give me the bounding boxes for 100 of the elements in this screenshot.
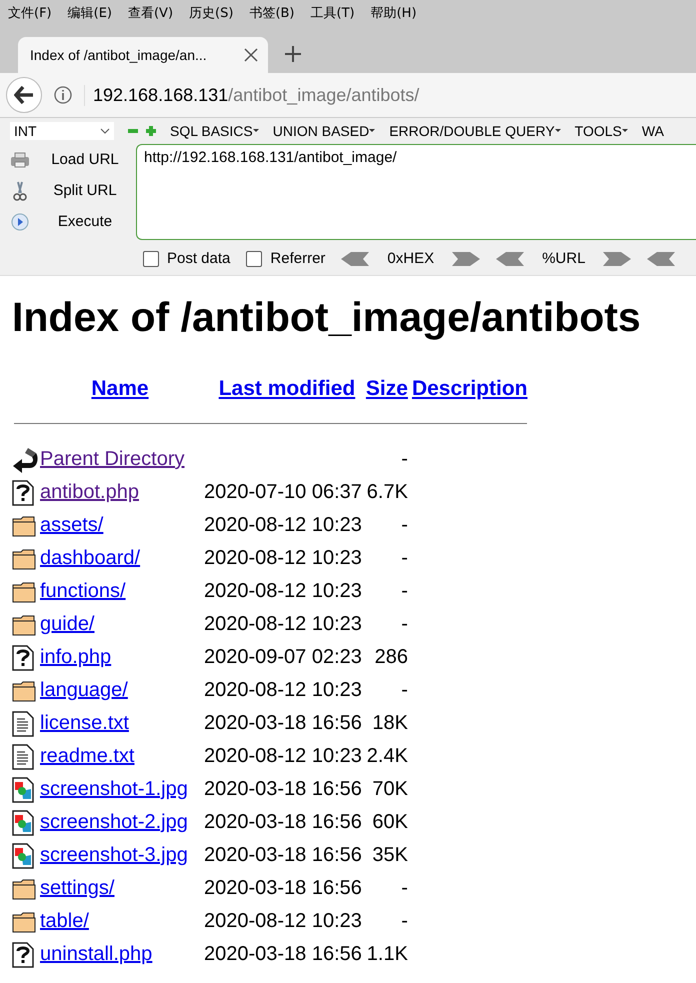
left-arrow-icon[interactable] bbox=[496, 252, 524, 266]
modified-date: 2020-08-12 10:23 bbox=[204, 745, 362, 767]
modified-date: 2020-08-12 10:23 bbox=[204, 679, 362, 701]
checkbox[interactable] bbox=[246, 250, 262, 266]
hackbar-menu[interactable]: TOOLS bbox=[574, 123, 628, 139]
folder-icon bbox=[12, 548, 36, 570]
folder-icon bbox=[12, 680, 36, 702]
file-size: - bbox=[401, 613, 408, 635]
modified-date: 2020-09-07 02:23 bbox=[204, 646, 362, 668]
new-tab-icon[interactable] bbox=[284, 45, 302, 63]
menu-item[interactable]: 工具(T) bbox=[310, 4, 355, 22]
column-header-link[interactable]: Description bbox=[412, 377, 528, 400]
folder-icon bbox=[12, 614, 36, 636]
back-button[interactable] bbox=[6, 77, 42, 113]
file-link[interactable]: Parent Directory bbox=[40, 448, 184, 470]
page-heading: Index of /antibot_image/antibots bbox=[12, 294, 642, 341]
column-header-link[interactable]: Name bbox=[91, 377, 149, 400]
file-link[interactable]: screenshot-2.jpg bbox=[40, 811, 188, 833]
menu-item[interactable]: 文件(F) bbox=[8, 4, 52, 22]
column-header-link[interactable]: Size bbox=[366, 377, 408, 400]
checkbox-label: Post data bbox=[167, 250, 230, 267]
modified-date: 2020-08-12 10:23 bbox=[204, 547, 362, 569]
modified-date: 2020-08-12 10:23 bbox=[204, 514, 362, 536]
modified-date: 2020-03-18 16:56 bbox=[204, 877, 362, 899]
file-size: 2.4K bbox=[366, 745, 408, 767]
image-file-icon bbox=[12, 842, 34, 868]
encoder-label: 0xHEX bbox=[387, 250, 434, 267]
type-dropdown[interactable]: INT bbox=[10, 122, 114, 140]
checkbox-label: Referrer bbox=[270, 250, 326, 267]
back-arrow-icon bbox=[14, 86, 34, 104]
menu-item[interactable]: 帮助(H) bbox=[370, 4, 417, 22]
folder-icon bbox=[12, 580, 36, 602]
url-textarea[interactable]: http://192.168.168.131/antibot_image/ bbox=[136, 144, 696, 240]
file-size: - bbox=[401, 547, 408, 569]
file-size: - bbox=[401, 514, 408, 536]
checkbox[interactable] bbox=[143, 250, 159, 266]
file-link[interactable]: uninstall.php bbox=[40, 943, 152, 965]
file-link[interactable]: settings/ bbox=[40, 877, 114, 899]
hackbar-menu[interactable]: WA bbox=[642, 123, 664, 139]
close-icon[interactable] bbox=[244, 48, 258, 62]
hackbar-menu[interactable]: SQL BASICS bbox=[170, 123, 259, 139]
modified-date: 2020-03-18 16:56 bbox=[204, 943, 362, 965]
file-link[interactable]: dashboard/ bbox=[40, 547, 140, 569]
modified-date: 2020-08-12 10:23 bbox=[204, 580, 362, 602]
file-link[interactable]: assets/ bbox=[40, 514, 104, 536]
file-size: - bbox=[401, 877, 408, 899]
file-link[interactable]: license.txt bbox=[40, 712, 129, 734]
folder-icon bbox=[12, 878, 36, 900]
minus-icon[interactable] bbox=[128, 126, 138, 136]
back-arrow-icon bbox=[12, 446, 38, 472]
image-file-icon bbox=[12, 776, 34, 802]
file-size: - bbox=[401, 910, 408, 932]
file-link[interactable]: screenshot-1.jpg bbox=[40, 778, 188, 800]
modified-date: 2020-08-12 10:23 bbox=[204, 613, 362, 635]
right-arrow-icon[interactable] bbox=[452, 252, 480, 266]
left-arrow-icon[interactable] bbox=[341, 252, 370, 266]
menu-item[interactable]: 编辑(E) bbox=[68, 4, 112, 22]
file-link[interactable]: language/ bbox=[40, 679, 128, 701]
folder-icon bbox=[12, 514, 36, 536]
file-size: - bbox=[401, 679, 408, 701]
column-header-link[interactable]: Last modified bbox=[218, 377, 356, 400]
file-link[interactable]: table/ bbox=[40, 910, 89, 932]
image-file-icon bbox=[12, 810, 34, 836]
file-size: - bbox=[401, 580, 408, 602]
printer-icon bbox=[10, 152, 30, 168]
text-file-icon bbox=[12, 710, 34, 736]
hackbar-action-button[interactable]: Load URL bbox=[30, 151, 130, 168]
file-link[interactable]: functions/ bbox=[40, 580, 126, 602]
modified-date: 2020-08-12 10:23 bbox=[204, 910, 362, 932]
file-size: 286 bbox=[374, 646, 408, 668]
unknown-file-icon bbox=[12, 644, 34, 670]
hackbar-action-button[interactable]: Split URL bbox=[30, 182, 130, 199]
file-link[interactable]: screenshot-3.jpg bbox=[40, 844, 188, 866]
play-icon bbox=[10, 212, 30, 232]
file-size: 1.1K bbox=[366, 943, 408, 965]
modified-date: 2020-03-18 16:56 bbox=[204, 811, 362, 833]
file-size: 18K bbox=[372, 712, 408, 734]
file-link[interactable]: info.php bbox=[40, 646, 112, 668]
hackbar-menu[interactable]: UNION BASED bbox=[272, 123, 376, 139]
menu-item[interactable]: 查看(V) bbox=[128, 4, 174, 22]
hackbar-action-button[interactable]: Execute bbox=[30, 213, 130, 230]
file-size: 60K bbox=[372, 811, 408, 833]
hackbar-menu[interactable]: ERROR/DOUBLE QUERY bbox=[389, 123, 561, 139]
file-size: 35K bbox=[372, 844, 408, 866]
modified-date: 2020-07-10 06:37 bbox=[204, 481, 362, 503]
info-icon[interactable] bbox=[54, 86, 72, 104]
menu-item[interactable]: 书签(B) bbox=[249, 4, 294, 22]
file-link[interactable]: guide/ bbox=[40, 613, 94, 635]
folder-icon bbox=[12, 910, 36, 932]
modified-date: 2020-03-18 16:56 bbox=[204, 844, 362, 866]
file-size: 6.7K bbox=[366, 481, 408, 503]
file-link[interactable]: readme.txt bbox=[40, 745, 134, 767]
right-arrow-icon[interactable] bbox=[603, 252, 632, 266]
file-link[interactable]: antibot.php bbox=[40, 481, 139, 503]
plus-icon[interactable] bbox=[146, 126, 156, 136]
browser-tab[interactable]: Index of /antibot_image/an... bbox=[18, 37, 268, 73]
modified-date: 2020-03-18 16:56 bbox=[204, 712, 362, 734]
left-arrow-icon[interactable] bbox=[647, 252, 676, 266]
file-size: - bbox=[401, 448, 408, 470]
menu-item[interactable]: 历史(S) bbox=[189, 4, 234, 22]
